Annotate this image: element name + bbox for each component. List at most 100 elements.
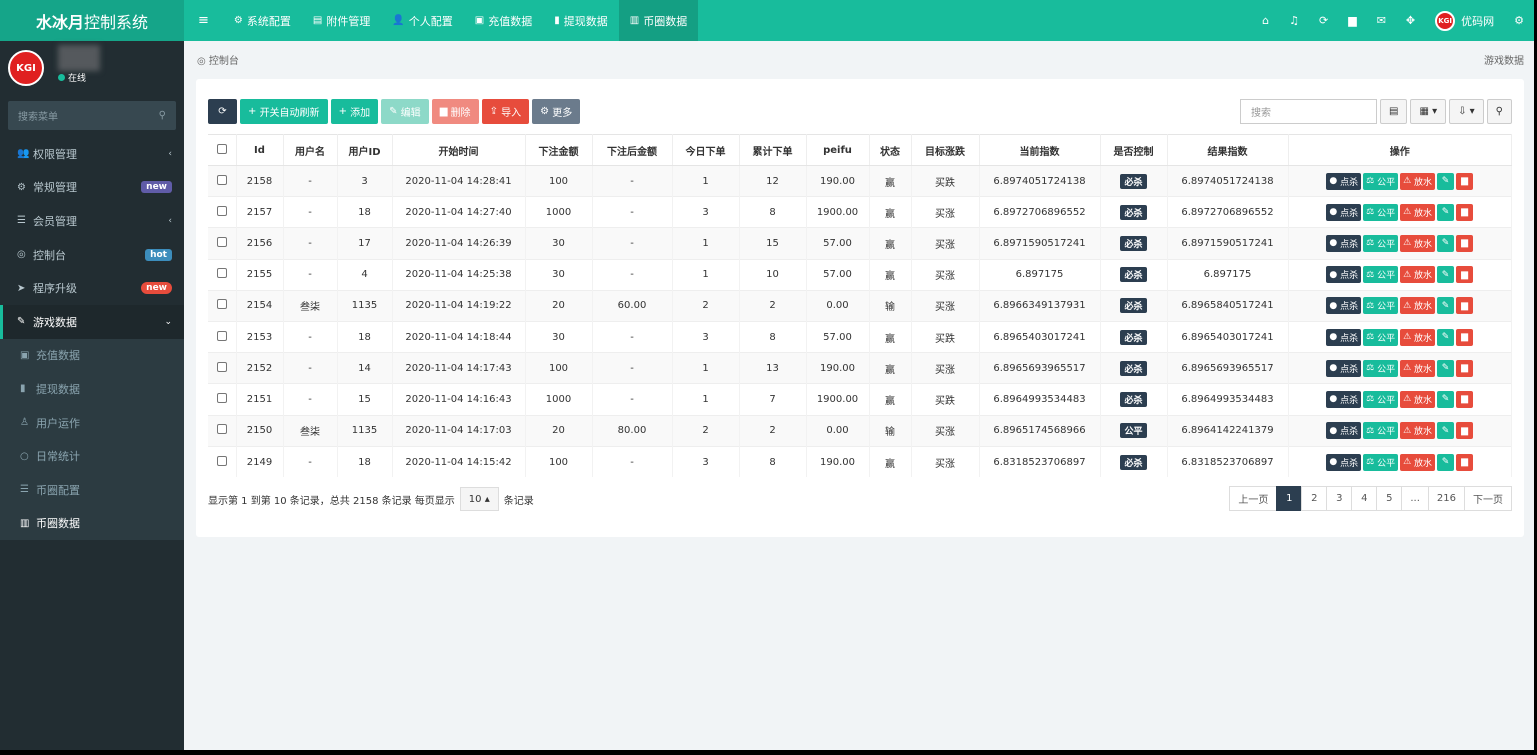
release-button[interactable]: ⚠ 放水 [1400,203,1436,221]
more-button[interactable]: ⚙ 更多 [532,99,581,124]
kill-button[interactable]: ● 点杀 [1326,390,1362,408]
kill-button[interactable]: ● 点杀 [1326,172,1362,190]
sidebar-item-members[interactable]: ☰ 会员管理 ‹ [0,204,184,238]
delete-row-button[interactable]: ▆ [1456,297,1474,315]
column-header[interactable]: 用户名 [283,134,338,166]
sidebar-subitem-withdraw[interactable]: ▮ 提现数据 [0,372,184,406]
row-checkbox[interactable] [208,164,237,197]
delete-row-button[interactable]: ▆ [1456,266,1474,284]
checkbox[interactable] [216,205,227,216]
checkbox[interactable] [216,268,227,279]
edit-row-button[interactable]: ✎ [1437,203,1455,221]
fair-button[interactable]: ⚖ 公平 [1363,328,1399,346]
checkbox[interactable] [216,236,227,247]
delete-button[interactable]: ▆ 删除 [431,99,479,124]
column-header[interactable]: 是否控制 [1100,134,1168,166]
edit-row-button[interactable]: ✎ [1437,390,1455,408]
checkbox[interactable] [216,392,227,403]
kill-button[interactable]: ● 点杀 [1326,234,1362,252]
checkbox[interactable] [216,299,227,310]
sidebar-item-permissions[interactable]: 👥 权限管理 ‹ [0,137,184,171]
column-header[interactable]: peifu [806,134,870,166]
edit-row-button[interactable]: ✎ [1437,328,1455,346]
column-header[interactable]: 今日下单 [672,134,740,166]
kill-button[interactable]: ● 点杀 [1326,297,1362,315]
page-5[interactable]: 5 [1376,486,1403,511]
row-checkbox[interactable] [208,320,237,353]
release-button[interactable]: ⚠ 放水 [1400,234,1436,252]
delete-row-button[interactable]: ▆ [1456,328,1474,346]
search-icon[interactable]: ⚲ [159,110,166,121]
checkbox[interactable] [216,424,227,435]
fair-button[interactable]: ⚖ 公平 [1363,266,1399,284]
sidebar-item-dashboard[interactable]: ◎ 控制台 hot [0,238,184,272]
column-header[interactable]: 状态 [869,134,912,166]
edit-row-button[interactable]: ✎ [1437,453,1455,471]
add-button[interactable]: + 添加 [330,99,379,124]
column-header[interactable]: 结果指数 [1167,134,1289,166]
release-button[interactable]: ⚠ 放水 [1400,328,1436,346]
row-checkbox[interactable] [208,383,237,415]
page-next[interactable]: 下一页 [1464,486,1512,511]
search-button[interactable]: ⚲ [1486,99,1512,124]
release-button[interactable]: ⚠ 放水 [1400,390,1436,408]
column-header[interactable]: 开始时间 [392,134,526,166]
row-checkbox[interactable] [208,258,237,291]
delete-row-button[interactable]: ▆ [1456,390,1474,408]
delete-row-button[interactable]: ▆ [1456,234,1474,252]
columns-button[interactable]: ▦ ▾ [1410,99,1447,124]
import-button[interactable]: ⇪ 导入 [481,99,530,124]
column-header[interactable]: 目标涨跌 [911,134,980,166]
release-button[interactable]: ⚠ 放水 [1400,422,1436,440]
sidebar-subitem-recharge[interactable]: ▣ 充值数据 [0,338,184,373]
settings-icon[interactable]: ⚙ [1504,14,1534,27]
column-header[interactable]: 当前指数 [979,134,1101,166]
edit-button[interactable]: ✎ 编辑 [381,99,429,124]
delete-row-button[interactable]: ▆ [1456,359,1474,377]
edit-row-button[interactable]: ✎ [1437,234,1455,252]
edit-row-button[interactable]: ✎ [1437,266,1455,284]
sidebar-subitem-user-ops[interactable]: ♙ 用户运作 [0,405,184,440]
row-checkbox[interactable] [208,196,237,228]
nav-coin-data[interactable]: ▥ 币圈数据 [618,0,699,41]
column-header[interactable]: Id [236,134,284,166]
checkbox[interactable] [216,143,227,154]
bell-icon[interactable]: ♫ [1279,14,1309,27]
delete-row-button[interactable]: ▆ [1456,172,1474,190]
delete-row-button[interactable]: ▆ [1456,422,1474,440]
page-3[interactable]: 3 [1326,486,1353,511]
nav-recharge[interactable]: ▣ 充值数据 [464,0,543,41]
kill-button[interactable]: ● 点杀 [1326,266,1362,284]
kill-button[interactable]: ● 点杀 [1326,328,1362,346]
fullscreen-icon[interactable]: ✥ [1396,14,1425,27]
trash-icon[interactable]: ▆ [1338,14,1366,27]
refresh-icon[interactable]: ⟳ [1309,14,1338,27]
fair-button[interactable]: ⚖ 公平 [1363,172,1399,190]
column-header[interactable]: 下注后金额 [592,134,673,166]
sidebar-item-game-data[interactable]: ✎ 游戏数据 ⌄ [0,304,184,339]
row-checkbox[interactable] [208,352,237,384]
release-button[interactable]: ⚠ 放水 [1400,453,1436,471]
sidebar-item-general[interactable]: ⚙ 常规管理 new [0,171,184,205]
row-checkbox[interactable] [208,445,237,478]
fair-button[interactable]: ⚖ 公平 [1363,453,1399,471]
column-header[interactable]: 累计下单 [739,134,807,166]
export-button[interactable]: ⇩ ▾ [1449,99,1484,124]
menu-search-input[interactable]: 搜索菜单 ⚲ [8,101,176,130]
page-size-select[interactable]: 10 ▴ [459,487,499,511]
kill-button[interactable]: ● 点杀 [1326,203,1362,221]
edit-row-button[interactable]: ✎ [1437,359,1455,377]
release-button[interactable]: ⚠ 放水 [1400,359,1436,377]
nav-attachment[interactable]: ▤ 附件管理 [302,0,381,41]
sidebar-subitem-coin-data[interactable]: ▥ 币圈数据 [0,506,184,541]
fair-button[interactable]: ⚖ 公平 [1363,422,1399,440]
kill-button[interactable]: ● 点杀 [1326,453,1362,471]
nav-withdraw[interactable]: ▮ 提现数据 [543,0,619,41]
search-input[interactable]: 搜索 [1239,99,1377,124]
edit-row-button[interactable]: ✎ [1437,172,1455,190]
breadcrumb-left[interactable]: ◎ 控制台 [197,52,239,67]
toggle-view-button[interactable]: ▤ [1379,99,1408,124]
fair-button[interactable]: ⚖ 公平 [1363,359,1399,377]
kill-button[interactable]: ● 点杀 [1326,359,1362,377]
nav-profile[interactable]: 👤 个人配置 [381,0,463,41]
